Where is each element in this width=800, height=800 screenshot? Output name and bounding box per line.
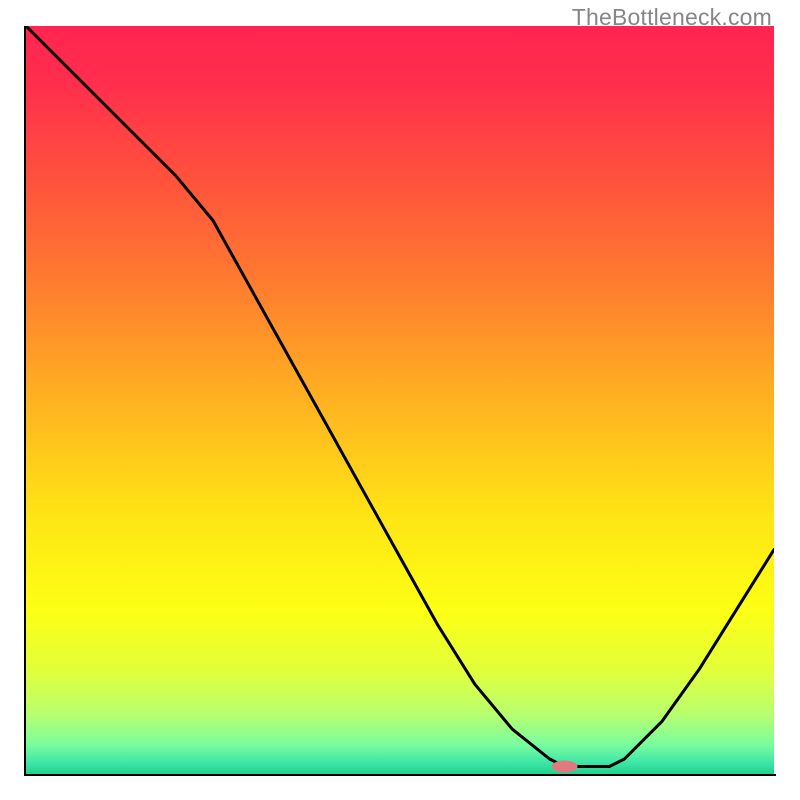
x-axis-line	[24, 774, 776, 776]
chart-overlay	[26, 26, 774, 774]
plot-area	[26, 26, 774, 774]
optimal-marker	[552, 761, 578, 773]
bottleneck-curve	[26, 26, 774, 767]
bottleneck-chart: TheBottleneck.com	[0, 0, 800, 800]
